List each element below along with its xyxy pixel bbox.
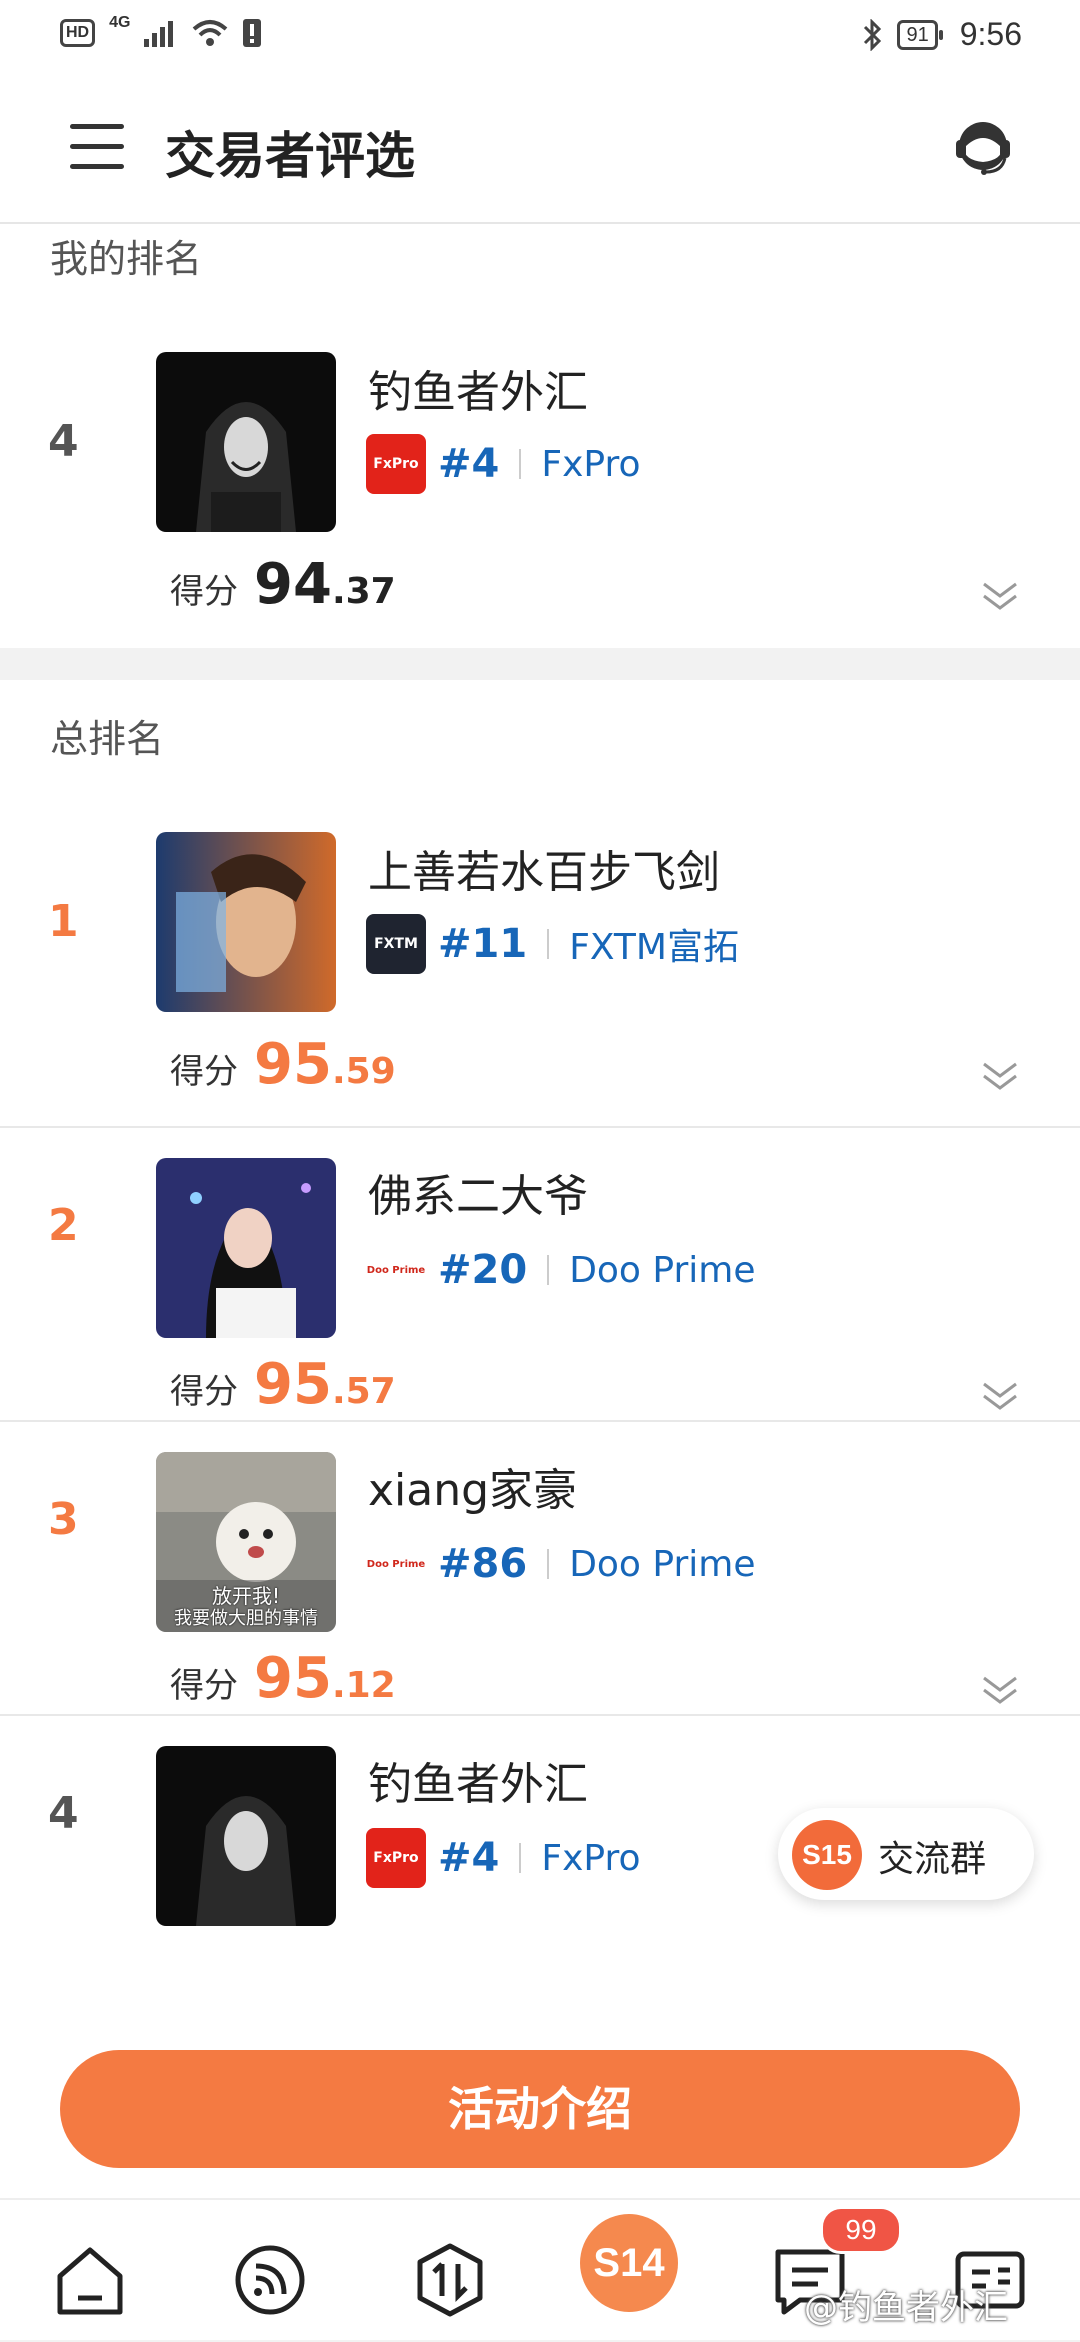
ranking-row[interactable]: 1 上善若水百步飞剑 FXTM #11 FXTM富拓 得分 95 .59 <box>0 832 1080 1128</box>
group-chat-label: 交流群 <box>878 1839 987 1880</box>
bottom-area: 活动介绍 S14 99 @钓鱼者外汇 <box>0 2002 1080 2340</box>
feed-icon[interactable] <box>230 2240 310 2320</box>
score-integer: 95 <box>254 1352 332 1417</box>
trader-name: xiang家豪 <box>368 1465 578 1516</box>
broker-name[interactable]: FXTM富拓 <box>569 918 739 970</box>
avatar: 放开我! 我要做大胆的事情 <box>156 1452 336 1632</box>
broker-name[interactable]: FxPro <box>541 1838 640 1879</box>
broker-logo: FxPro <box>366 1828 426 1888</box>
divider <box>519 449 522 479</box>
season-badge: S15 <box>792 1820 862 1890</box>
chevron-down-icon[interactable] <box>980 1056 1020 1096</box>
battery-indicator: 91 <box>897 19 944 50</box>
broker-logo: FXTM <box>366 914 426 974</box>
network-indicator: 4G <box>109 14 131 31</box>
score: 得分 95 .59 <box>170 1032 396 1097</box>
broker-info: FxPro #4 FxPro <box>366 1828 640 1888</box>
clock: 9:56 <box>959 16 1022 52</box>
broker-rank: #4 <box>438 441 500 487</box>
overall-ranking-section: 总排名 1 上善若水百步飞剑 FXTM #11 FXTM富拓 得分 95 .59 <box>0 680 1080 2002</box>
chevron-down-icon[interactable] <box>980 576 1020 616</box>
score-label: 得分 <box>170 1372 238 1412</box>
broker-info: Doo Prime #20 Doo Prime <box>366 1240 756 1300</box>
broker-info: FxPro #4 FxPro <box>366 434 640 494</box>
page-title: 交易者评选 <box>165 127 415 185</box>
trader-name: 佛系二大爷 <box>368 1171 588 1222</box>
menu-icon[interactable] <box>70 124 124 170</box>
score-decimal: .37 <box>331 571 396 612</box>
avatar-caption: 我要做大胆的事情 <box>174 1608 318 1629</box>
section-title: 我的排名 <box>50 237 203 281</box>
ranking-row[interactable]: 3 放开我! 我要做大胆的事情 xiang家豪 Doo Prime #86 Do… <box>0 1422 1080 1716</box>
divider <box>547 1255 550 1285</box>
broker-logo: Doo Prime <box>366 1534 426 1594</box>
trader-name: 钓鱼者外汇 <box>368 367 588 418</box>
home-icon[interactable] <box>50 2240 130 2320</box>
signal-icon <box>144 21 174 47</box>
watermark: @钓鱼者外汇 <box>804 2288 1008 2328</box>
score-label: 得分 <box>170 1052 238 1092</box>
broker-info: FXTM #11 FXTM富拓 <box>366 914 739 974</box>
score-decimal: .12 <box>331 1665 396 1706</box>
ranking-row[interactable]: 2 佛系二大爷 Doo Prime #20 Doo Prime 得分 95 .5… <box>0 1128 1080 1422</box>
alert-icon <box>243 19 262 47</box>
broker-logo: Doo Prime <box>366 1240 426 1300</box>
chevron-down-icon[interactable] <box>980 1376 1020 1416</box>
score-integer: 95 <box>254 1032 332 1097</box>
broker-name[interactable]: Doo Prime <box>569 1250 755 1291</box>
broker-rank: #4 <box>438 1835 500 1881</box>
score-integer: 95 <box>254 1646 332 1711</box>
hd-indicator: HD <box>60 19 96 47</box>
score: 得分 94 .37 <box>170 552 396 617</box>
broker-rank: #20 <box>438 1247 528 1293</box>
avatar <box>156 352 336 532</box>
broker-info: Doo Prime #86 Doo Prime <box>366 1534 756 1594</box>
score-label: 得分 <box>170 572 238 612</box>
trade-icon[interactable] <box>410 2240 490 2320</box>
status-bar: HD 4G 91 9:56 <box>0 0 1080 72</box>
broker-rank: #86 <box>438 1541 528 1587</box>
trader-name: 钓鱼者外汇 <box>368 1759 588 1810</box>
avatar <box>156 832 336 1012</box>
rank-number: 4 <box>48 1788 79 1839</box>
avatar <box>156 1746 336 1926</box>
divider <box>547 929 550 959</box>
broker-name[interactable]: FxPro <box>541 444 640 485</box>
divider <box>547 1549 550 1579</box>
avatar <box>156 1158 336 1338</box>
rank-number: 1 <box>48 896 79 947</box>
rank-number: 2 <box>48 1200 79 1251</box>
customer-service-icon[interactable] <box>950 114 1016 180</box>
activity-intro-button[interactable]: 活动介绍 <box>60 2050 1020 2168</box>
season-tab[interactable]: S14 <box>580 2214 678 2312</box>
score-label: 得分 <box>170 1666 238 1706</box>
divider <box>519 1843 522 1873</box>
rank-number: 4 <box>48 416 79 467</box>
trader-name: 上善若水百步飞剑 <box>368 847 720 898</box>
my-ranking-section: 我的排名 4 钓鱼者外汇 FxPro #4 FxPro 得分 94 .37 <box>0 224 1080 648</box>
broker-logo: FxPro <box>366 434 426 494</box>
section-title: 总排名 <box>50 717 165 761</box>
bluetooth-icon <box>864 18 882 51</box>
score: 得分 95 .12 <box>170 1646 396 1711</box>
unread-badge: 99 <box>820 2206 902 2254</box>
score-integer: 94 <box>254 552 332 617</box>
broker-rank: #11 <box>438 921 528 967</box>
score-decimal: .57 <box>331 1371 396 1412</box>
ranking-row[interactable]: 4 钓鱼者外汇 FxPro #4 FxPro 得分 94 .37 <box>0 352 1080 648</box>
score: 得分 95 .57 <box>170 1352 396 1417</box>
app-header: 交易者评选 <box>0 72 1080 224</box>
score-decimal: .59 <box>331 1051 396 1092</box>
chevron-down-icon[interactable] <box>980 1670 1020 1710</box>
broker-name[interactable]: Doo Prime <box>569 1544 755 1585</box>
tab-bar: S14 99 @钓鱼者外汇 <box>0 2198 1080 2342</box>
group-chat-button[interactable]: S15 交流群 <box>778 1808 1034 1900</box>
wifi-icon <box>193 20 228 46</box>
rank-number: 3 <box>48 1494 79 1545</box>
